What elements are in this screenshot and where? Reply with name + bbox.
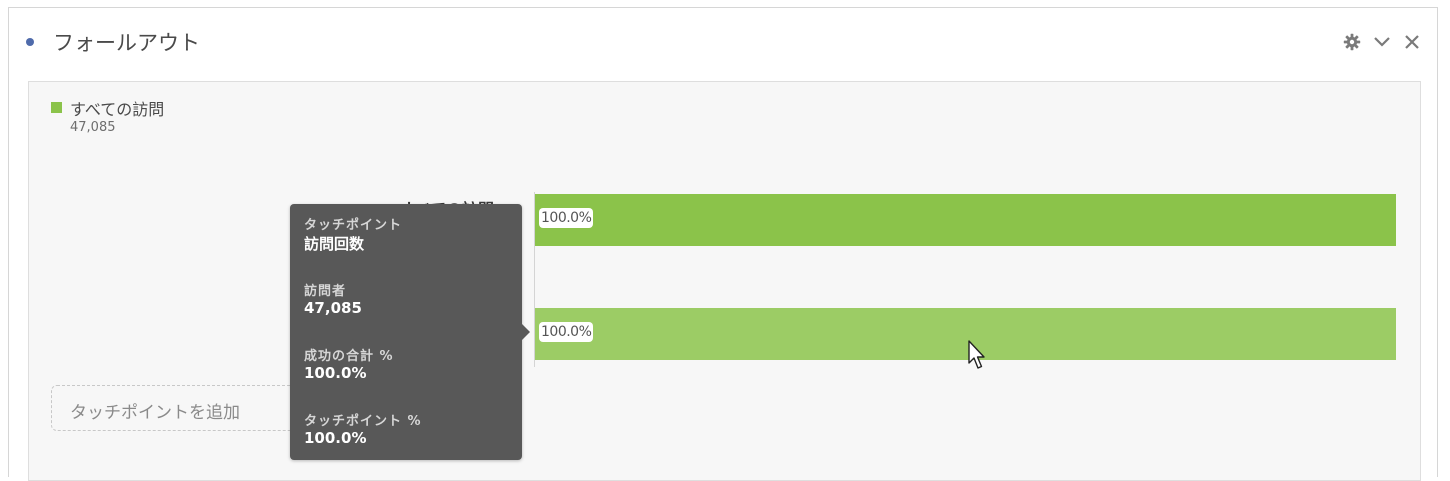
tooltip-arrow (522, 324, 530, 340)
fallout-visualization: すべての訪問 47,085 すべての訪問 100.0% 100.0% タッチポイ… (28, 81, 1421, 481)
touchpoint-2-percent: 100.0% (539, 322, 594, 342)
touchpoint-2-bar[interactable]: 100.0% (535, 308, 1396, 360)
tooltip-touchpoint-percent-value: 100.0% (304, 429, 367, 447)
tooltip-touchpoint-value: 訪問回数 (304, 235, 365, 253)
close-icon[interactable] (1401, 31, 1423, 53)
gear-icon[interactable] (1341, 31, 1363, 53)
panel-header: フォールアウト (9, 8, 1437, 74)
chevron-down-icon[interactable] (1371, 31, 1393, 53)
panel-actions (1341, 31, 1423, 53)
panel-title[interactable]: フォールアウト (53, 27, 200, 57)
touchpoint-1-percent: 100.0% (539, 208, 594, 228)
legend-value: 47,085 (70, 120, 116, 135)
add-touchpoint-dropzone[interactable]: タッチポイントを追加 (51, 385, 311, 431)
legend-label: すべての訪問 (70, 100, 165, 119)
touchpoint-1-bar[interactable]: 100.0% (535, 194, 1396, 246)
tooltip-touchpoint-label: タッチポイント (304, 218, 403, 233)
tooltip-touchpoint-percent-label: タッチポイント % (304, 414, 422, 429)
tooltip-visitors-label: 訪問者 (304, 284, 347, 299)
add-touchpoint-placeholder: タッチポイントを追加 (70, 403, 240, 423)
mouse-cursor-icon (968, 340, 988, 374)
tooltip-visitors-value: 47,085 (304, 299, 362, 317)
legend-swatch (51, 102, 62, 113)
tooltip-success-total-label: 成功の合計 % (304, 349, 394, 364)
touchpoint-tooltip: タッチポイント 訪問回数 訪問者 47,085 成功の合計 % 100.0% タ… (290, 204, 530, 460)
panel-status-dot (26, 38, 34, 46)
tooltip-success-total-value: 100.0% (304, 364, 367, 382)
fallout-panel: フォールアウト すべての訪問 47,085 100.0% 100.0% タッチポ… (8, 7, 1438, 481)
